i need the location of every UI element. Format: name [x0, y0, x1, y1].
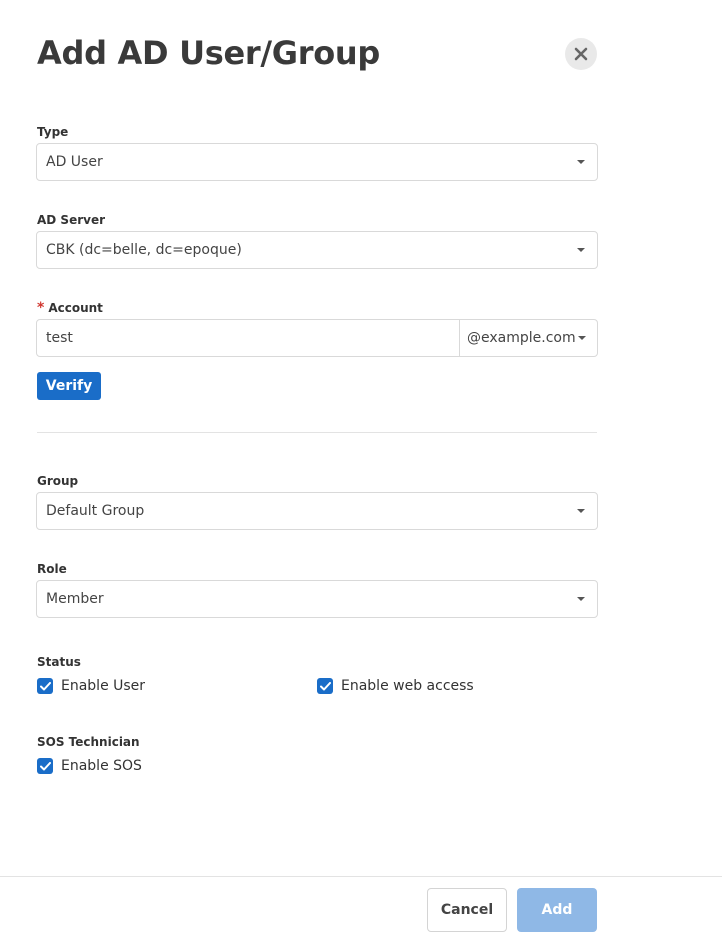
- cancel-button[interactable]: Cancel: [427, 888, 507, 932]
- enable-user-checkbox[interactable]: Enable User: [37, 678, 145, 694]
- close-button[interactable]: [565, 38, 597, 70]
- group-select[interactable]: Default Group: [36, 492, 598, 530]
- verify-button[interactable]: Verify: [37, 372, 101, 400]
- close-icon: [574, 47, 588, 61]
- account-label: * Account: [37, 300, 103, 316]
- footer-divider: [0, 876, 722, 877]
- type-label: Type: [37, 125, 69, 139]
- account-input[interactable]: [37, 320, 459, 356]
- role-label: Role: [37, 562, 67, 576]
- chevron-down-icon: [578, 336, 586, 340]
- dialog-title: Add AD User/Group: [37, 34, 381, 72]
- enable-web-access-label: Enable web access: [341, 678, 474, 694]
- required-mark: *: [37, 300, 45, 316]
- role-select-value: Member: [46, 591, 104, 607]
- enable-sos-checkbox[interactable]: Enable SOS: [37, 758, 142, 774]
- type-select[interactable]: AD User: [36, 143, 598, 181]
- chevron-down-icon: [577, 160, 585, 164]
- add-ad-user-dialog: Add AD User/Group Type AD User AD Server…: [0, 0, 722, 939]
- check-icon: [39, 761, 51, 770]
- type-select-value: AD User: [46, 154, 103, 170]
- checkbox-checked: [37, 758, 53, 774]
- domain-select-value: @example.com: [467, 330, 576, 346]
- account-label-text: Account: [48, 301, 103, 315]
- domain-select[interactable]: @example.com: [459, 320, 597, 356]
- chevron-down-icon: [577, 509, 585, 513]
- ad-server-label: AD Server: [37, 213, 106, 227]
- checkbox-checked: [317, 678, 333, 694]
- enable-user-label: Enable User: [61, 678, 146, 694]
- checkbox-checked: [37, 678, 53, 694]
- section-divider: [37, 432, 597, 433]
- chevron-down-icon: [577, 248, 585, 252]
- add-button[interactable]: Add: [517, 888, 597, 932]
- account-field-group: @example.com: [36, 319, 598, 357]
- enable-web-access-checkbox[interactable]: Enable web access: [317, 678, 474, 694]
- enable-sos-label: Enable SOS: [61, 758, 142, 774]
- chevron-down-icon: [577, 597, 585, 601]
- group-select-value: Default Group: [46, 503, 145, 519]
- role-select[interactable]: Member: [36, 580, 598, 618]
- check-icon: [319, 681, 331, 690]
- ad-server-select-value: CBK (dc=belle, dc=epoque): [46, 242, 242, 258]
- check-icon: [39, 681, 51, 690]
- group-label: Group: [37, 474, 79, 488]
- status-label: Status: [37, 655, 81, 669]
- ad-server-select[interactable]: CBK (dc=belle, dc=epoque): [36, 231, 598, 269]
- sos-technician-label: SOS Technician: [37, 735, 140, 749]
